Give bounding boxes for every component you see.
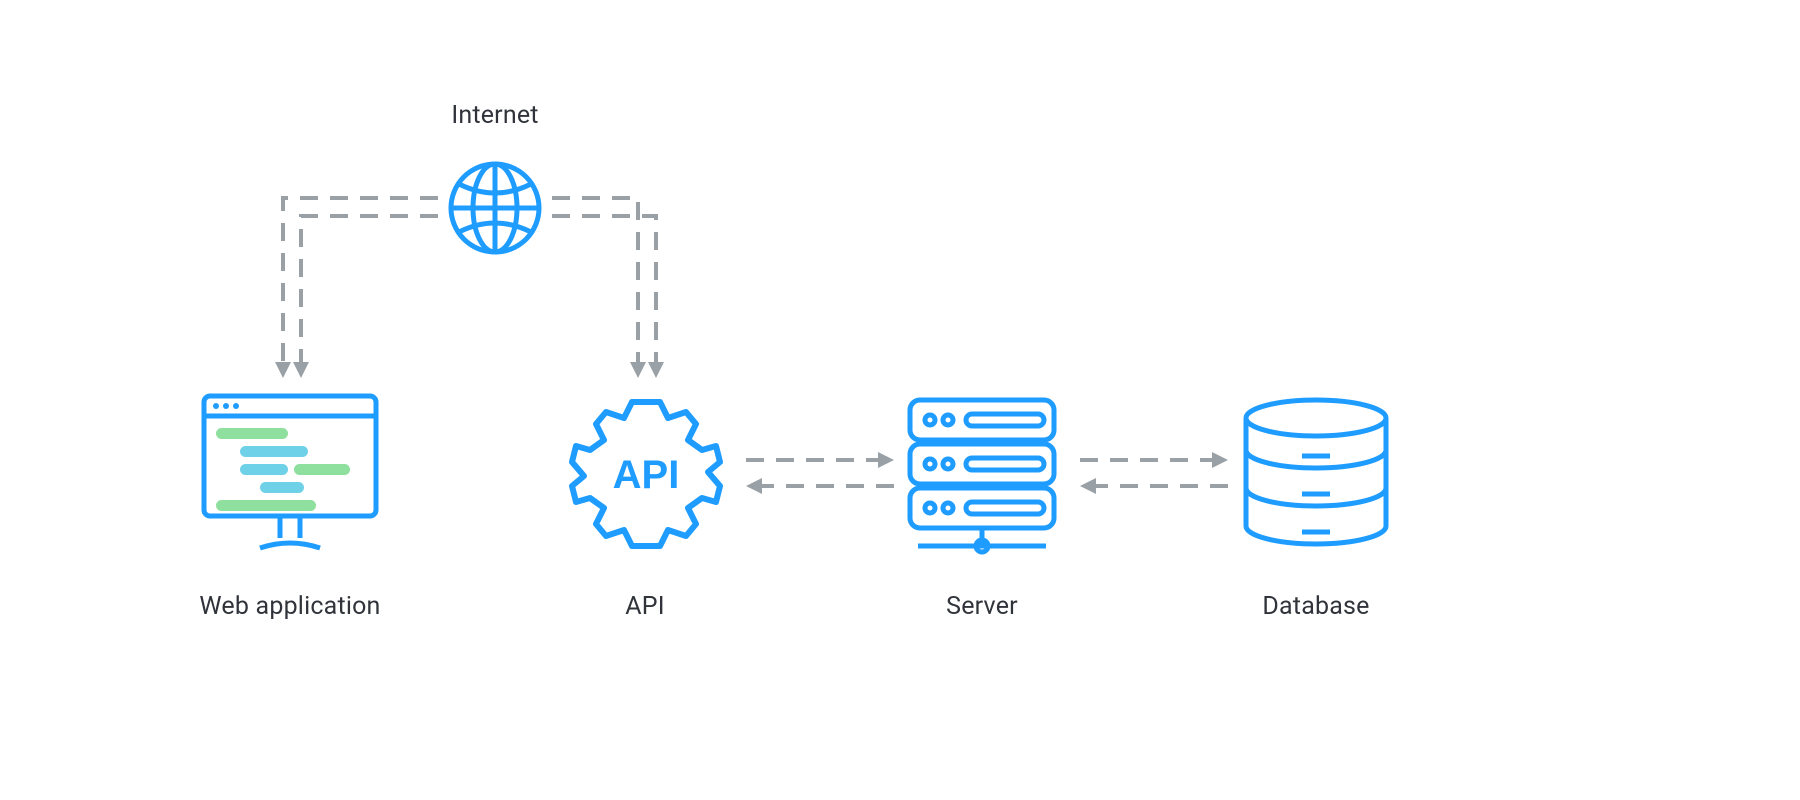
database-icon xyxy=(1236,394,1396,554)
globe-icon xyxy=(445,158,545,258)
web-application-icon xyxy=(196,388,384,560)
server-icon xyxy=(900,392,1064,568)
api-gear-icon: API xyxy=(560,388,732,560)
api-icon-text: API xyxy=(613,453,680,497)
architecture-diagram: Internet Web application API Server Data… xyxy=(0,0,1800,800)
